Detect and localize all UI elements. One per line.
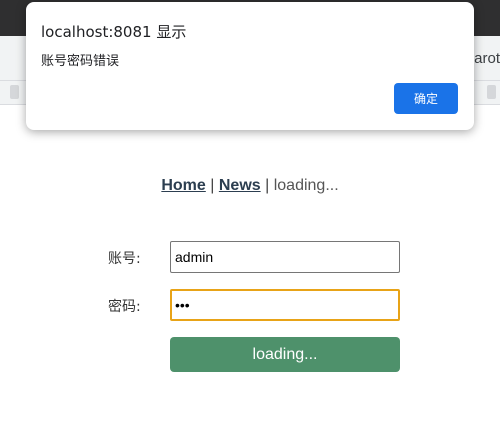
username-label: 账号: [108,251,141,267]
nav-separator: | [210,177,215,194]
password-input[interactable] [170,289,400,321]
nav-separator: | [265,177,270,194]
password-row: 密码: [0,289,500,321]
nav-bar: Home | News | loading... [0,177,500,195]
nav-news-link[interactable]: News [219,177,261,194]
toolbar-partial-text: arot [474,50,500,67]
nav-home-link[interactable]: Home [161,177,205,194]
dialog-message: 账号密码错误 [41,54,120,69]
bookmark-chip[interactable] [487,85,496,99]
password-label: 密码: [108,299,141,315]
username-row: 账号: [0,241,500,273]
username-input[interactable] [170,241,400,273]
page-content: Home | News | loading... 账号: 密码: loading… [0,105,500,439]
dialog-ok-button[interactable]: 确定 [394,83,458,114]
dialog-title: localhost:8081 显示 [41,23,187,41]
bookmark-chip[interactable] [10,85,19,99]
submit-button[interactable]: loading... [170,337,400,372]
alert-dialog: localhost:8081 显示 账号密码错误 确定 [26,2,474,130]
nav-status-text: loading... [273,177,339,194]
